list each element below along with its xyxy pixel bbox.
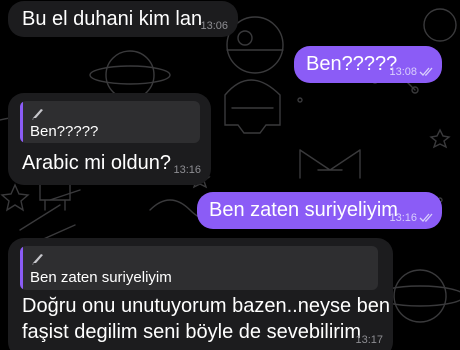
- outgoing-message-bubble[interactable]: Ben????? 13:08: [294, 46, 442, 83]
- incoming-message-bubble[interactable]: Ben zaten suriyeliyim Doğru onu unutuyor…: [8, 238, 393, 350]
- knife-icon: [32, 254, 43, 265]
- knife-icon: [32, 109, 43, 120]
- message-text: Bu el duhani kim lan: [22, 8, 203, 30]
- message-text: Ben zaten suriyeliyim: [209, 199, 398, 221]
- message-text: Arabic mi oldun?: [22, 152, 171, 174]
- reply-accent-bar: [20, 246, 23, 290]
- message-list: Bu el duhani kim lan 13:06 Ben????? 13:0…: [0, 0, 460, 350]
- message-meta: 13:08: [389, 66, 434, 78]
- incoming-message-bubble[interactable]: Bu el duhani kim lan 13:06: [8, 1, 238, 37]
- reply-accent-bar: [20, 101, 23, 143]
- incoming-message-bubble[interactable]: Ben????? Arabic mi oldun? 13:16: [8, 93, 211, 185]
- message-time: 13:16: [389, 212, 417, 224]
- reply-quoted-text: Ben zaten suriyeliyim: [30, 269, 172, 286]
- message-time: 13:08: [389, 66, 417, 78]
- outgoing-message-bubble[interactable]: Ben zaten suriyeliyim 13:16: [197, 192, 442, 229]
- reply-quoted-text: Ben?????: [30, 123, 99, 140]
- message-meta: 13:16: [389, 212, 434, 224]
- message-time: 13:16: [173, 164, 201, 176]
- reply-preview[interactable]: Ben?????: [20, 101, 200, 143]
- message-time: 13:06: [200, 20, 228, 32]
- double-check-icon: [419, 213, 433, 222]
- message-text-line: faşist degilim seni böyle de sevebilirim: [22, 321, 362, 343]
- message-text-line: Doğru onu unutuyorum bazen..neyse ben: [22, 295, 391, 317]
- message-time: 13:17: [355, 334, 383, 346]
- double-check-icon: [419, 67, 433, 76]
- message-text: Ben?????: [306, 53, 398, 75]
- reply-preview[interactable]: Ben zaten suriyeliyim: [20, 246, 378, 290]
